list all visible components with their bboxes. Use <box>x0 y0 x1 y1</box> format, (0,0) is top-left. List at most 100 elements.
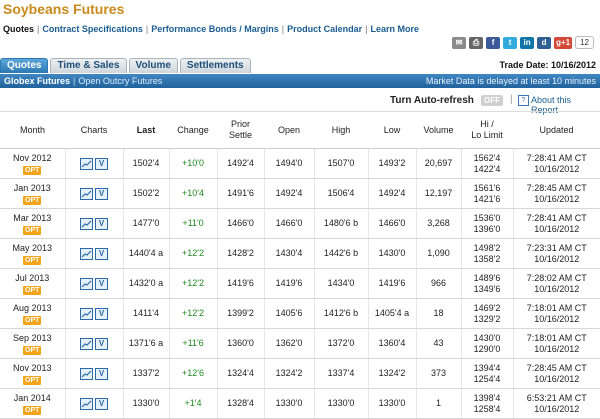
print-icon[interactable]: ⎙ <box>469 36 484 49</box>
auto-refresh-bar: Turn Auto-refresh OFF | ? About this Rep… <box>0 92 600 115</box>
low-cell: 1466'0 <box>367 208 416 239</box>
google-plus-icon[interactable]: g+1 <box>554 36 573 49</box>
low-cell: 1330'0 <box>367 388 416 419</box>
line-chart-icon[interactable] <box>80 217 93 230</box>
volume-chart-icon[interactable]: V <box>95 187 108 200</box>
last-cell: 1371'6 a <box>122 328 169 359</box>
auto-refresh-toggle[interactable]: OFF <box>481 95 503 106</box>
line-chart-icon[interactable] <box>80 337 93 350</box>
col-last: Last <box>123 111 169 149</box>
email-icon[interactable]: ✉ <box>452 36 467 49</box>
globex-futures-link[interactable]: Globex Futures <box>4 76 70 86</box>
month-label[interactable]: Sep 2013 <box>0 333 65 344</box>
month-label[interactable]: Mar 2013 <box>0 213 65 224</box>
low-cell: 1419'6 <box>367 268 416 299</box>
line-chart-icon[interactable] <box>80 157 93 170</box>
volume-chart-icon[interactable]: V <box>95 367 108 380</box>
nav-quotes[interactable]: Quotes <box>3 24 34 34</box>
opt-badge[interactable]: OPT <box>23 285 42 295</box>
hi-limit: 1536'0 <box>473 212 501 223</box>
low-cell: 1492'4 <box>367 178 416 209</box>
line-chart-icon[interactable] <box>80 367 93 380</box>
prior-settle-cell: 1324'4 <box>216 358 264 389</box>
prior-settle-cell: 1328'4 <box>216 388 264 419</box>
table-row: Mar 2013 OPT V 1477'0 +11'0 1466'0 1466'0 1480'… <box>0 208 600 239</box>
updated-cell: 7:28:45 AM CT 10/16/2012 <box>512 178 600 209</box>
volume-chart-icon[interactable]: V <box>95 217 108 230</box>
opt-badge[interactable]: OPT <box>23 195 42 205</box>
nav-separator: | <box>281 24 285 34</box>
open-cell: 1419'6 <box>263 268 314 299</box>
volume-chart-icon[interactable]: V <box>95 247 108 260</box>
prior-settle-cell: 1399'2 <box>216 298 264 329</box>
updated-time: 6:53:21 AM CT <box>526 392 587 403</box>
month-cell: Nov 2013 OPT <box>0 358 65 389</box>
open-cell: 1466'0 <box>263 208 314 239</box>
month-label[interactable]: Jan 2014 <box>0 393 65 404</box>
opt-badge[interactable]: OPT <box>23 405 42 415</box>
nav-contract-specs[interactable]: Contract Specifications <box>42 24 143 34</box>
col-prior-settle-line2: Settle <box>228 130 252 140</box>
last-cell: 1411'4 <box>122 298 169 329</box>
opt-badge[interactable]: OPT <box>23 375 42 385</box>
open-outcry-link[interactable]: Open Outcry Futures <box>78 76 162 86</box>
open-cell: 1330'0 <box>263 388 314 419</box>
line-chart-icon[interactable] <box>80 397 93 410</box>
last-cell: 1432'0 a <box>122 268 169 299</box>
charts-cell: V <box>64 238 123 269</box>
help-icon[interactable]: ? <box>518 95 529 106</box>
opt-badge[interactable]: OPT <box>23 165 42 175</box>
lo-limit: 1349'6 <box>473 283 501 294</box>
charts-cell: V <box>64 328 123 359</box>
volume-chart-icon[interactable]: V <box>95 397 108 410</box>
change-cell: +10'0 <box>168 148 217 179</box>
nav-learn-more[interactable]: Learn More <box>370 24 419 34</box>
prior-settle-cell: 1492'4 <box>216 148 264 179</box>
volume-chart-icon[interactable]: V <box>95 337 108 350</box>
open-cell: 1324'2 <box>263 358 314 389</box>
table-row: Jan 2014 OPT V 1330'0 +1'4 1328'4 1330'0 1330'0… <box>0 388 600 419</box>
nav-separator: | <box>37 24 40 34</box>
tab-settlements[interactable]: Settlements <box>179 58 251 73</box>
lo-limit: 1254'4 <box>473 373 501 384</box>
table-row: Jul 2013 OPT V 1432'0 a +12'2 1419'6 1419'6 143… <box>0 268 600 299</box>
month-label[interactable]: May 2013 <box>0 243 65 254</box>
tab-volume[interactable]: Volume <box>128 58 178 73</box>
digg-icon[interactable]: d <box>537 36 552 49</box>
nav-product-calendar[interactable]: Product Calendar <box>287 24 362 34</box>
month-label[interactable]: Jul 2013 <box>0 273 65 284</box>
nav-performance-bonds[interactable]: Performance Bonds / Margins <box>151 24 279 34</box>
facebook-icon[interactable]: f <box>486 36 501 49</box>
line-chart-icon[interactable] <box>80 277 93 290</box>
high-cell: 1507'0 <box>313 148 368 179</box>
hi-limit: 1394'4 <box>473 362 501 373</box>
month-label[interactable]: Nov 2013 <box>0 363 65 374</box>
tab-quotes[interactable]: Quotes <box>0 58 49 73</box>
tab-time-sales[interactable]: Time & Sales <box>50 58 127 73</box>
volume-chart-icon[interactable]: V <box>95 277 108 290</box>
prior-settle-cell: 1491'6 <box>216 178 264 209</box>
lo-limit: 1422'4 <box>473 163 501 174</box>
line-chart-icon[interactable] <box>80 187 93 200</box>
high-cell: 1337'4 <box>313 358 368 389</box>
volume-chart-icon[interactable]: V <box>95 307 108 320</box>
twitter-icon[interactable]: t <box>503 36 518 49</box>
line-chart-icon[interactable] <box>80 247 93 260</box>
change-cell: +12'2 <box>168 268 217 299</box>
month-label[interactable]: Nov 2012 <box>0 153 65 164</box>
linkedin-icon[interactable]: in <box>520 36 535 49</box>
line-chart-icon[interactable] <box>80 307 93 320</box>
updated-cell: 7:18:01 AM CT 10/16/2012 <box>512 328 600 359</box>
table-row: Nov 2012 OPT V 1502'4 +10'0 1492'4 1494'0 1507'… <box>0 148 600 179</box>
updated-cell: 7:28:41 AM CT 10/16/2012 <box>512 208 600 239</box>
open-cell: 1430'4 <box>263 238 314 269</box>
month-label[interactable]: Jan 2013 <box>0 183 65 194</box>
volume-chart-icon[interactable]: V <box>95 157 108 170</box>
table-row: May 2013 OPT V 1440'4 a +12'2 1428'2 1430'4 144… <box>0 238 600 269</box>
opt-badge[interactable]: OPT <box>23 225 42 235</box>
opt-badge[interactable]: OPT <box>23 345 42 355</box>
opt-badge[interactable]: OPT <box>23 315 42 325</box>
opt-badge[interactable]: OPT <box>23 255 42 265</box>
low-cell: 1360'4 <box>367 328 416 359</box>
month-label[interactable]: Aug 2013 <box>0 303 65 314</box>
